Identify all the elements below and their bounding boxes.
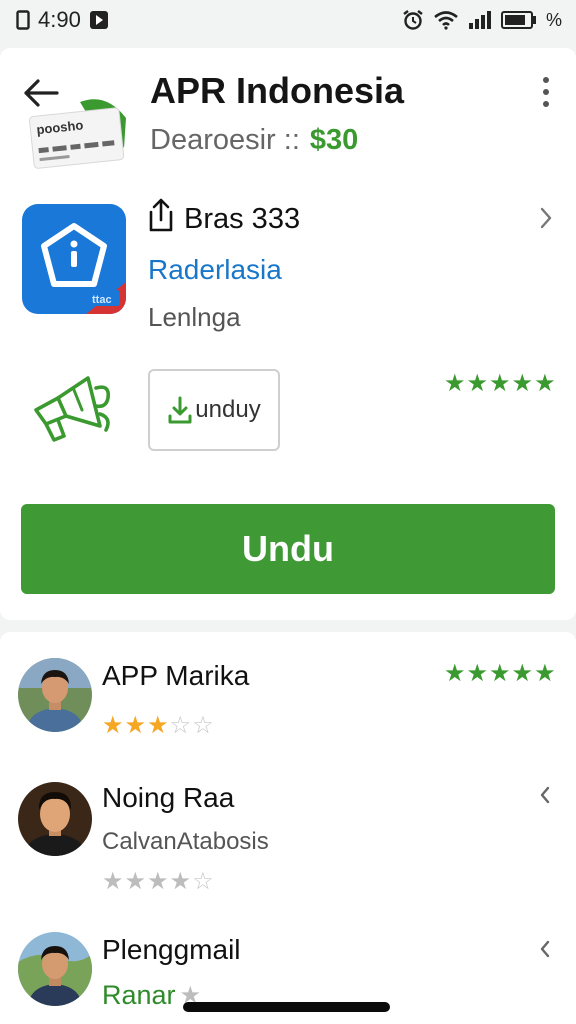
download-icon [168, 396, 192, 424]
app-rating-stars: ★ ★ ★ ★ ★ [444, 372, 556, 396]
star-filled-icon: ★ [466, 370, 489, 397]
star-filled-icon: ★ [102, 868, 124, 895]
status-time: 4:90 [38, 7, 81, 32]
review-chevron-button[interactable] [532, 936, 558, 962]
media-icon [89, 10, 109, 30]
star-filled-icon: ★ [124, 712, 147, 739]
battery-percent: % [545, 9, 562, 30]
star-filled-icon: ★ [534, 370, 556, 397]
alarm-icon [402, 9, 424, 31]
page-title: APR Indonesia [150, 70, 405, 111]
app-thumbnail: poosho [28, 96, 134, 176]
subtitle-text: Dearoesir :: [150, 124, 300, 156]
star-filled-icon: ★ [147, 712, 169, 739]
review-name: Plenggmail [102, 934, 241, 965]
review-text: CalvanAtabosis [102, 828, 269, 855]
chevron-right-icon [540, 207, 552, 229]
star-filled-icon: ★ [124, 868, 147, 895]
signal-icon [468, 10, 492, 30]
star-filled-icon: ★ [444, 370, 466, 397]
megaphone-logo-icon [30, 370, 114, 446]
star-filled-icon: ★ [511, 660, 534, 687]
more-dot-icon [543, 101, 549, 107]
review-stars: ★ ★ ★ ★ ☆ [102, 870, 214, 894]
tile-title-row: Bras 333 [148, 198, 300, 240]
status-right: % [402, 9, 562, 31]
outline-button-label: unduy [195, 396, 261, 423]
sim-icon [16, 10, 30, 30]
svg-text:ttac: ttac [92, 294, 112, 306]
star-empty-icon: ☆ [192, 712, 214, 739]
share-icon [148, 198, 174, 240]
star-filled-icon: ★ [169, 868, 192, 895]
star-filled-icon: ★ [147, 868, 169, 895]
avatar[interactable] [18, 932, 92, 1006]
review-top-rating: ★ ★ ★ ★ ★ [444, 662, 556, 686]
star-empty-icon: ☆ [169, 712, 192, 739]
more-dot-icon [543, 89, 549, 95]
star-filled-icon: ★ [489, 660, 511, 687]
status-bar: 4:90 % [0, 0, 576, 40]
battery-icon [500, 11, 537, 29]
developer-link[interactable]: Raderlasia [148, 254, 282, 286]
tile-subtitle: Lenlnga [148, 302, 241, 332]
more-options-button[interactable] [534, 74, 558, 110]
chevron-left-icon [540, 940, 550, 958]
star-filled-icon: ★ [102, 712, 124, 739]
review-name: APP Marika [102, 660, 250, 691]
primary-download-button[interactable]: Undu [21, 504, 555, 594]
avatar[interactable] [18, 782, 92, 856]
home-indicator[interactable] [183, 1002, 390, 1012]
star-filled-icon: ★ [534, 660, 556, 687]
status-left: 4:90 [16, 7, 109, 33]
review-name: Noing Raa [102, 782, 235, 813]
star-empty-icon: ☆ [192, 868, 214, 895]
star-filled-icon: ★ [466, 660, 489, 687]
star-filled-icon: ★ [444, 660, 466, 687]
wifi-icon [433, 10, 459, 30]
star-filled-icon: ★ [489, 370, 511, 397]
more-dot-icon [543, 77, 549, 83]
subtitle-row: Dearoesir :: $30 [150, 124, 358, 157]
tile-chevron-button[interactable] [532, 204, 560, 232]
star-filled-icon: ★ [511, 370, 534, 397]
chevron-left-icon [540, 786, 550, 804]
unduh-outline-button[interactable]: unduy [148, 369, 280, 451]
review-stars: ★ ★ ★ ☆ ☆ [102, 714, 214, 738]
review-chevron-button[interactable] [532, 782, 558, 808]
avatar[interactable] [18, 658, 92, 732]
review-link[interactable]: Ranar [102, 980, 176, 1011]
price-label: $30 [309, 124, 359, 156]
app-icon[interactable]: ttac [22, 204, 126, 314]
tile-title: Bras 333 [184, 202, 301, 235]
